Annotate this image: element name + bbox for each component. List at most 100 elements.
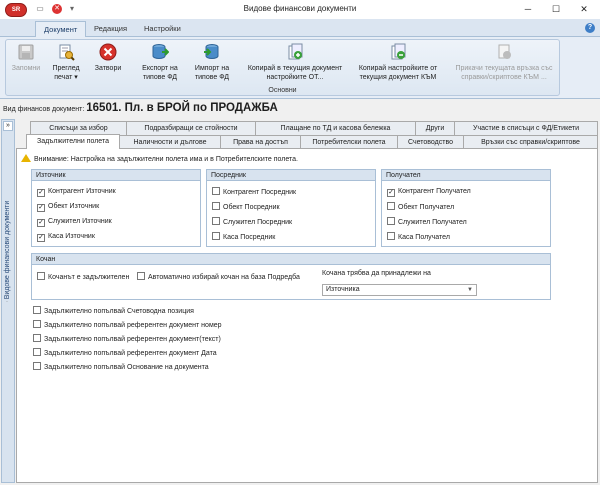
document-type-value: 16501. Пл. в БРОЙ по ПРОДАЖБА	[86, 102, 278, 114]
tab-payment-receipt[interactable]: Плащане по ТД и касова бележка	[255, 121, 416, 135]
checkbox-box	[387, 232, 395, 240]
checkbox-box	[387, 202, 395, 210]
document-type-line: Вид финансов документ: 16501. Пл. в БРОЙ…	[3, 101, 278, 115]
checkbox-box	[33, 362, 41, 370]
window-title: Видове финансови документи	[243, 4, 357, 13]
print-preview-icon	[59, 44, 75, 61]
tab-stock-debts[interactable]: Наличности и дългове	[119, 135, 221, 149]
export-types-button[interactable]: Експорт на типове ФД	[136, 42, 184, 86]
checkbox-box	[212, 232, 220, 240]
minimize-button[interactable]: ─	[514, 0, 542, 19]
close-window-button[interactable]: ✕	[570, 0, 598, 19]
copy-from-icon	[288, 43, 303, 60]
tab-report-links[interactable]: Връзки със справки/скриптове	[463, 135, 598, 149]
intermediary-group: Посредник Контрагент Посредник Обект Пос…	[206, 169, 376, 247]
checkbox-box	[33, 348, 41, 356]
close-icon	[99, 43, 117, 61]
source-group-title: Източник	[32, 170, 200, 181]
ribbon: Запомни Преглед печат ▾ Затвори Експорт …	[0, 37, 600, 99]
ribbon-group-caption: Основни	[268, 87, 297, 94]
attach-link-icon	[498, 44, 511, 59]
ribbon-tab-bar: Документ Редакция Настройки ?	[0, 19, 600, 37]
required-ref-doc-number-checkbox[interactable]: Задължително попълвай референтен докумен…	[33, 320, 222, 330]
attach-link-button[interactable]: Прикачи текущата връзка със справки/скри…	[451, 42, 557, 86]
help-icon[interactable]: ?	[585, 23, 595, 33]
side-panel[interactable]: » Видове финансови документи · · · ·	[1, 119, 15, 483]
bucket-group: Кочан Кочанът е задължителен Автоматично…	[31, 253, 551, 300]
tab-document[interactable]: Документ	[35, 21, 87, 37]
checkbox-box: ✓	[37, 234, 45, 242]
tab-selection-lists[interactable]: Списъци за избор	[30, 121, 127, 135]
tab-settings[interactable]: Настройки	[136, 21, 189, 37]
intermediary-employee-checkbox[interactable]: Служител Посредник	[212, 217, 292, 227]
side-panel-label: Видове финансови документи	[4, 200, 11, 300]
checkbox-box	[212, 202, 220, 210]
checkbox-box	[33, 334, 41, 342]
checkbox-box	[33, 306, 41, 314]
copy-to-icon	[391, 43, 406, 60]
tab-required-fields[interactable]: Задължителни полета	[26, 134, 120, 149]
tab-participation-lists[interactable]: Участие в списъци с ФД/Етикети	[454, 121, 598, 135]
source-counterparty-checkbox[interactable]: ✓ Контрагент Източник	[37, 187, 116, 197]
required-ref-doc-text-checkbox[interactable]: Задължително попълвай референтен докумен…	[33, 334, 221, 344]
checkbox-box: ✓	[37, 204, 45, 212]
warning-message: Внимание: Настройка на задължителни поле…	[21, 154, 298, 163]
intermediary-counterparty-checkbox[interactable]: Контрагент Посредник	[212, 187, 296, 197]
save-icon	[18, 44, 34, 60]
recipient-employee-checkbox[interactable]: Служител Получател	[387, 217, 467, 227]
expand-panel-icon[interactable]: »	[3, 121, 13, 131]
tab-accounting[interactable]: Счетоводство	[397, 135, 464, 149]
intermediary-group-title: Посредник	[207, 170, 375, 181]
import-types-button[interactable]: Импорт на типове ФД	[188, 42, 236, 86]
tab-edit[interactable]: Редакция	[86, 21, 135, 37]
checkbox-box	[37, 272, 45, 280]
recipient-counterparty-checkbox[interactable]: ✓ Контрагент Получател	[387, 187, 471, 197]
chevron-down-icon: ▼	[467, 287, 473, 293]
intermediary-object-checkbox[interactable]: Обект Посредник	[212, 202, 280, 212]
maximize-button[interactable]: ☐	[542, 0, 570, 19]
required-ref-doc-date-checkbox[interactable]: Задължително попълвай референтен докумен…	[33, 348, 217, 358]
print-preview-button[interactable]: Преглед печат ▾	[48, 42, 84, 86]
grip-icon[interactable]: · · · ·	[6, 290, 8, 305]
required-fields-panel: Внимание: Настройка на задължителни поле…	[16, 148, 598, 483]
source-object-checkbox[interactable]: ✓ Обект Източник	[37, 202, 99, 212]
bucket-belongs-label: Кочана трябва да принадлежи на	[322, 270, 431, 277]
recipient-object-checkbox[interactable]: Обект Получател	[387, 202, 454, 212]
bucket-required-checkbox[interactable]: Кочанът е задължителен	[37, 272, 129, 282]
recipient-group-title: Получател	[382, 170, 550, 181]
recipient-group: Получател ✓ Контрагент Получател Обект По…	[381, 169, 551, 247]
recipient-cashbox-checkbox[interactable]: Каса Получател	[387, 232, 450, 242]
save-button[interactable]: Запомни	[8, 42, 44, 86]
warning-icon	[21, 154, 31, 162]
checkbox-box	[387, 217, 395, 225]
bucket-auto-select-checkbox[interactable]: Автоматично избирай кочан на база Подред…	[137, 272, 300, 282]
source-group: Източник ✓ Контрагент Източник ✓ Обект Изт…	[31, 169, 201, 247]
source-employee-checkbox[interactable]: ✓ Служител Източник	[37, 217, 112, 227]
checkbox-box	[33, 320, 41, 328]
bucket-group-title: Кочан	[32, 254, 550, 265]
required-doc-reason-checkbox[interactable]: Задължително попълвай Основание на докум…	[33, 362, 209, 372]
checkbox-box	[137, 272, 145, 280]
tab-other[interactable]: Други	[415, 121, 455, 135]
source-cashbox-checkbox[interactable]: ✓ Каса Източник	[37, 232, 95, 242]
tab-default-values[interactable]: Подразбиращи се стойности	[126, 121, 256, 135]
tab-access-rights[interactable]: Права на достъп	[220, 135, 301, 149]
document-type-caption: Вид финансов документ:	[3, 106, 85, 113]
ribbon-group-main: Запомни Преглед печат ▾ Затвори Експорт …	[5, 39, 560, 96]
tab-user-fields[interactable]: Потребителски полета	[300, 135, 398, 149]
required-accounting-position-checkbox[interactable]: Задължително попълвай Счетоводна позиция	[33, 306, 194, 316]
checkbox-box: ✓	[37, 219, 45, 227]
checkbox-box	[212, 187, 220, 195]
tabs-area: Списъци за избор Подразбиращи се стойнос…	[16, 119, 598, 483]
close-button[interactable]: Затвори	[90, 42, 126, 86]
checkbox-box: ✓	[387, 189, 395, 197]
import-database-icon	[204, 44, 219, 59]
export-database-icon	[152, 44, 169, 59]
intermediary-cashbox-checkbox[interactable]: Каса Посредник	[212, 232, 275, 242]
checkbox-box: ✓	[37, 189, 45, 197]
copy-settings-to-button[interactable]: Копирай настройките от текущия документ …	[348, 42, 448, 86]
checkbox-box	[212, 217, 220, 225]
bucket-belongs-select[interactable]: Източника ▼	[322, 284, 477, 296]
copy-settings-from-button[interactable]: Копирай в текущия документ настройките О…	[246, 42, 344, 86]
title-bar: SR ▭ ✕ ▾ Видове финансови документи ─ ☐ …	[0, 0, 600, 19]
